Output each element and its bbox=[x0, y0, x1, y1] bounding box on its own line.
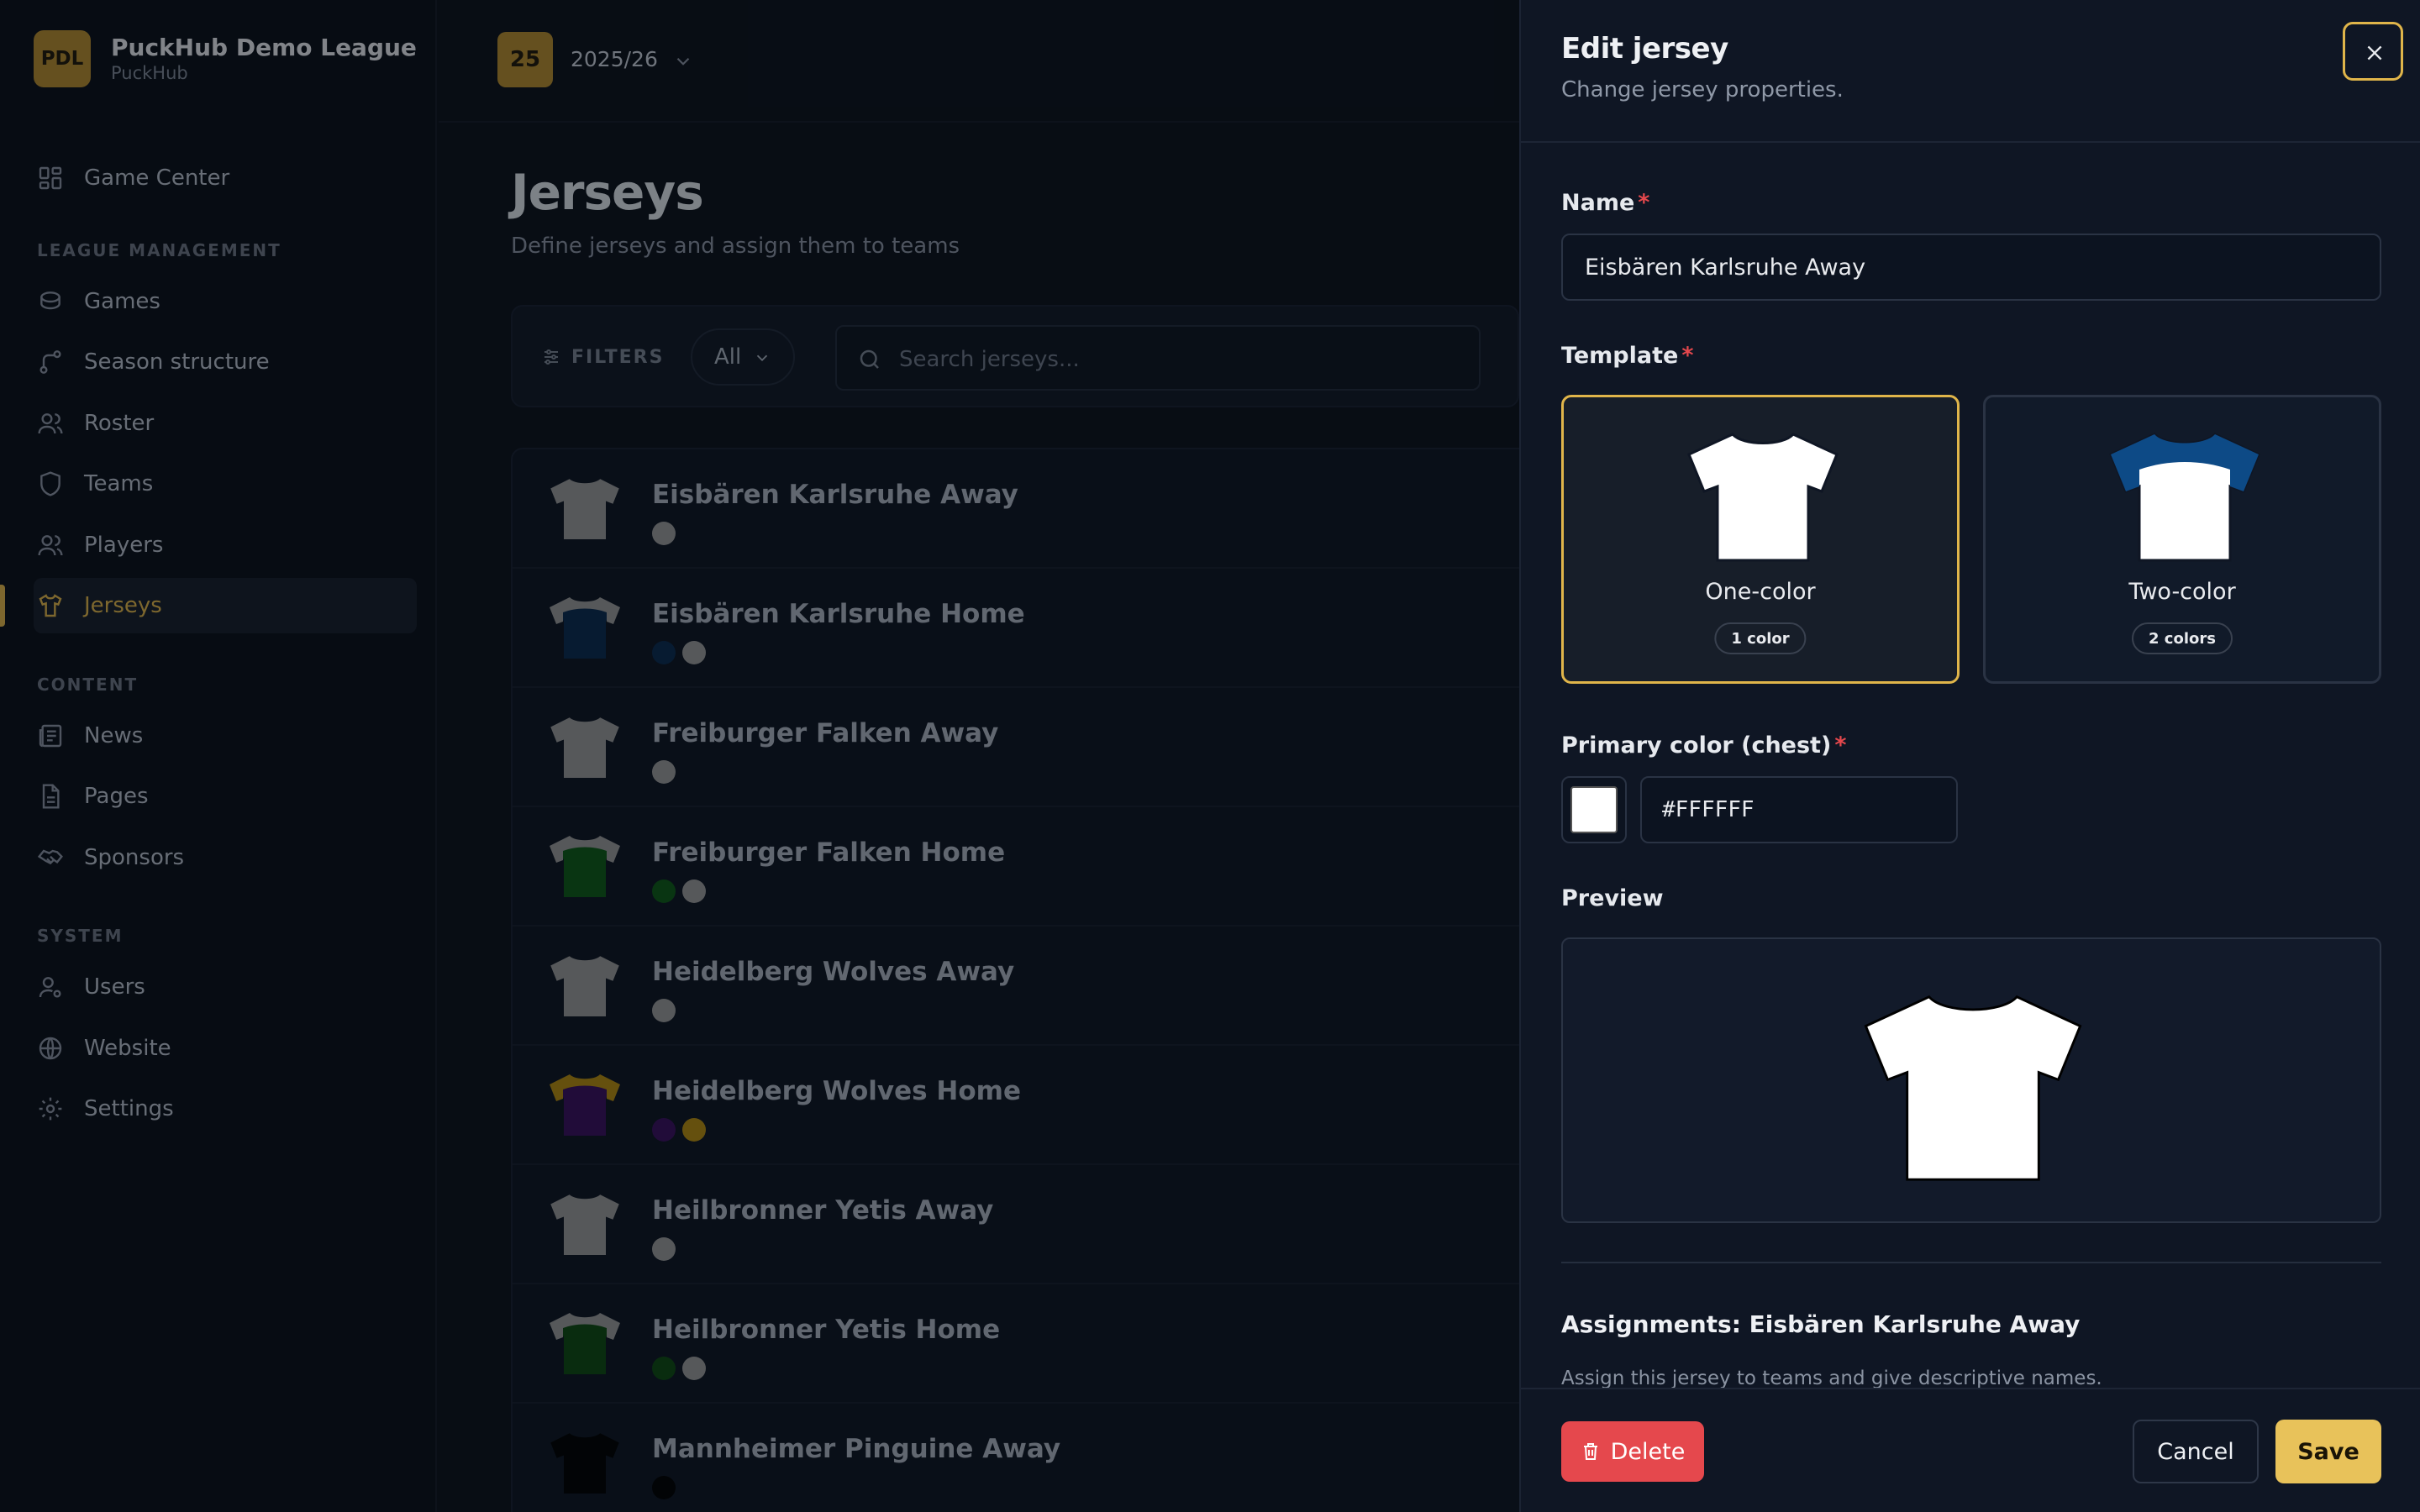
hex-color-input[interactable] bbox=[1640, 776, 1958, 843]
edit-jersey-drawer: Edit jersey Change jersey properties. Na… bbox=[1519, 0, 2420, 1512]
shirt-icon bbox=[1687, 433, 1839, 562]
template-two-color[interactable]: Two-color 2 colors bbox=[1983, 395, 2381, 684]
divider bbox=[1521, 141, 2420, 143]
shirt-preview-icon bbox=[1864, 995, 2082, 1181]
modal-overlay[interactable] bbox=[0, 0, 1519, 1512]
jersey-preview bbox=[1561, 937, 2381, 1223]
close-icon bbox=[2367, 45, 2382, 60]
cancel-button[interactable]: Cancel bbox=[2133, 1420, 2259, 1483]
name-label: Name * bbox=[1561, 190, 1650, 216]
trash-icon bbox=[1583, 1443, 1597, 1460]
primary-color-label: Primary color (chest) * bbox=[1561, 732, 1847, 759]
color-swatch[interactable] bbox=[1561, 776, 1627, 843]
drawer-title: Edit jersey bbox=[1561, 32, 1728, 66]
template-badge: 1 color bbox=[1714, 622, 1807, 654]
template-badge: 2 colors bbox=[2132, 622, 2233, 654]
template-one-color[interactable]: One-color 1 color bbox=[1561, 395, 1960, 684]
close-button[interactable] bbox=[2343, 22, 2403, 81]
swatch-fill bbox=[1570, 786, 1618, 833]
drawer-subtitle: Change jersey properties. bbox=[1561, 77, 1844, 102]
shirt-icon bbox=[2109, 433, 2260, 562]
name-input[interactable] bbox=[1561, 234, 2381, 301]
drawer-footer: Delete Cancel Save bbox=[1521, 1388, 2420, 1512]
assignments-subtitle: Assign this jersey to teams and give des… bbox=[1561, 1368, 2102, 1389]
save-button[interactable]: Save bbox=[2275, 1420, 2381, 1483]
assignments-title: Assignments: Eisbären Karlsruhe Away bbox=[1561, 1310, 2081, 1338]
delete-label: Delete bbox=[1610, 1438, 1686, 1465]
divider bbox=[1561, 1262, 2381, 1263]
delete-button[interactable]: Delete bbox=[1561, 1421, 1704, 1482]
template-label: Template * bbox=[1561, 343, 1694, 369]
template-name: Two-color bbox=[2128, 579, 2236, 605]
template-name: One-color bbox=[1705, 579, 1816, 605]
preview-label: Preview bbox=[1561, 885, 1664, 911]
